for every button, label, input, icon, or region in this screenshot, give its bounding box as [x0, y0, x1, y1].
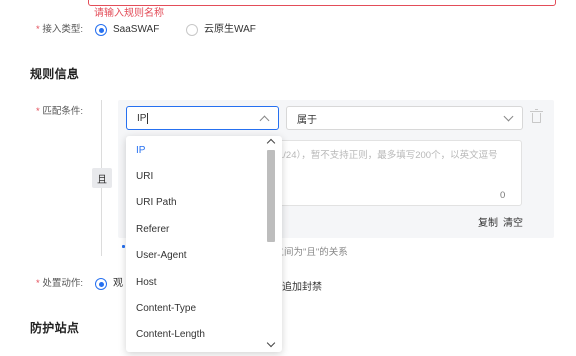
- text-caret: [147, 112, 149, 124]
- trash-icon[interactable]: [530, 109, 543, 123]
- dropdown-option[interactable]: Content-Length: [136, 329, 205, 341]
- textarea-char-count: 0: [500, 190, 506, 201]
- clear-button[interactable]: 清空: [503, 214, 523, 229]
- rule-info-title: 规则信息: [30, 67, 80, 81]
- chevron-up-icon: [259, 115, 270, 125]
- dropdown-scrollbar-thumb[interactable]: [267, 150, 275, 242]
- radio-checked-icon[interactable]: [95, 278, 107, 290]
- scroll-down-icon[interactable]: [266, 338, 276, 348]
- and-badge[interactable]: 且: [92, 168, 112, 188]
- access-type-label: * 接入类型:: [36, 24, 83, 35]
- rule-name-input[interactable]: [88, 0, 556, 6]
- chevron-down-icon: [503, 111, 514, 121]
- field-select-value: IP: [137, 112, 147, 124]
- radio-saaswaf-label: SaaSWAF: [113, 24, 160, 35]
- copy-button[interactable]: 复制: [478, 214, 498, 229]
- rule-name-error: 请输入规则名称: [94, 8, 164, 19]
- hint-marker: [122, 245, 125, 248]
- textarea-placeholder: 1/24），暂不支持正则，最多填写200个，以英文逗号: [278, 150, 498, 161]
- dropdown-option[interactable]: Referer: [136, 224, 169, 236]
- operator-select[interactable]: 属于: [286, 106, 523, 130]
- radio-cloud-native-waf[interactable]: 云原生WAF: [186, 24, 256, 36]
- radio-unchecked-icon[interactable]: [186, 24, 198, 36]
- radio-checked-icon[interactable]: [95, 24, 107, 36]
- dropdown-option[interactable]: Content-Type: [136, 303, 196, 315]
- dropdown-option[interactable]: URI Path: [136, 197, 177, 209]
- action-append-ban-label: 追加封禁: [282, 282, 322, 293]
- radio-action-observe-label: 观: [113, 278, 123, 289]
- field-dropdown-menu: IP URI URI Path Referer User-Agent Host …: [126, 136, 282, 352]
- dropdown-option[interactable]: URI: [136, 171, 153, 183]
- radio-action-observe[interactable]: 观: [95, 278, 123, 290]
- dropdown-option[interactable]: IP: [136, 145, 145, 157]
- radio-cloud-native-label: 云原生WAF: [204, 24, 256, 35]
- action-label: * 处置动作:: [36, 278, 83, 289]
- protect-sites-title: 防护站点: [30, 321, 80, 335]
- match-condition-label: * 匹配条件:: [36, 106, 83, 117]
- radio-saaswaf[interactable]: SaaSWAF: [95, 24, 159, 36]
- scroll-up-icon[interactable]: [266, 138, 276, 148]
- operator-select-value: 属于: [297, 114, 317, 126]
- dropdown-option[interactable]: Host: [136, 277, 157, 289]
- dropdown-option[interactable]: User-Agent: [136, 250, 187, 262]
- field-select[interactable]: IP: [126, 106, 279, 130]
